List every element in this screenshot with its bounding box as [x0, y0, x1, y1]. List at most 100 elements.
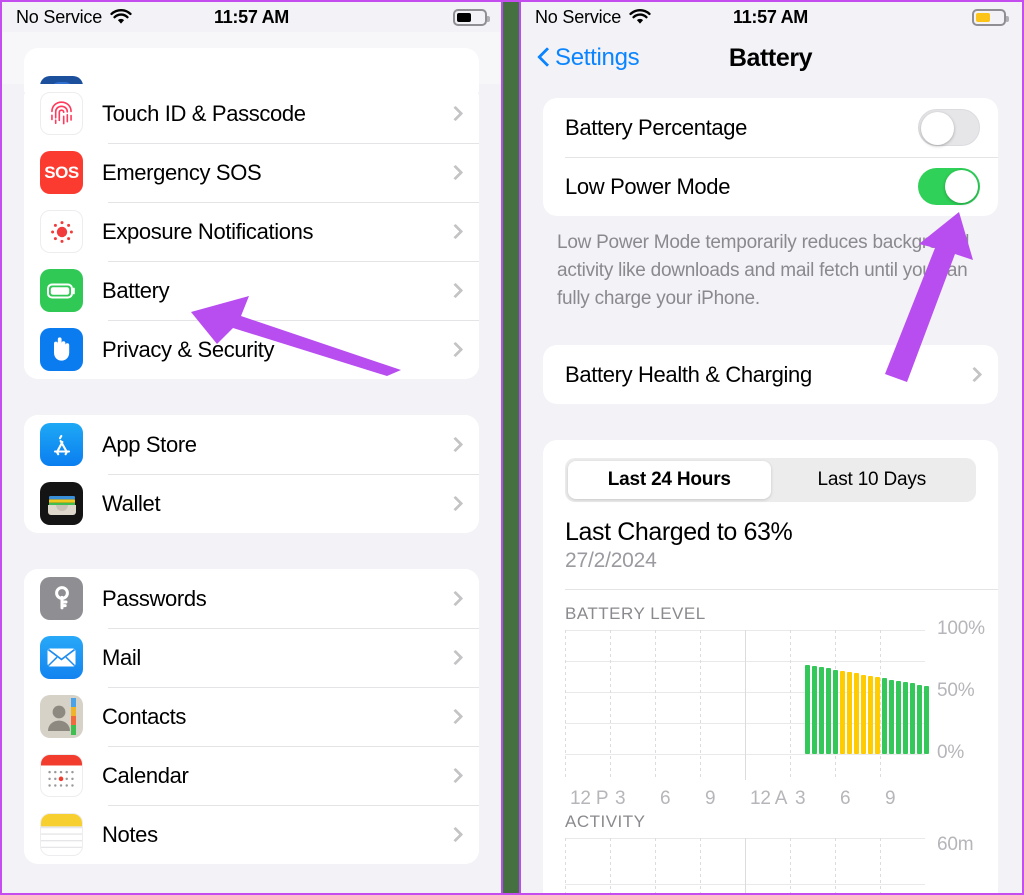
- chart-bar: [840, 670, 845, 754]
- wifi-icon: [110, 8, 132, 24]
- low-power-mode-toggle[interactable]: [918, 168, 980, 205]
- chart-x-tick-label: 9: [885, 788, 896, 809]
- notes-icon: [40, 813, 83, 856]
- right-phone-panel: No Service 11:57 AM Settings Battery Bat…: [521, 2, 1020, 893]
- battery-level-chart-title: BATTERY LEVEL: [565, 604, 706, 623]
- chart-bar: [875, 677, 880, 754]
- sidebar-item-label: Passwords: [102, 585, 207, 611]
- chart-gridline-v: [745, 838, 746, 893]
- status-left: No Service: [16, 7, 132, 28]
- settings-group-3: Passwords Mail Contacts Calendar Notes: [24, 569, 479, 864]
- low-power-mode-description: Low Power Mode temporarily reduces backg…: [557, 232, 970, 309]
- fingerprint-icon: [40, 92, 83, 135]
- carrier-label: No Service: [16, 6, 103, 27]
- chart-bar: [889, 679, 894, 754]
- chart-bar: [924, 685, 929, 754]
- chart-y-tick-label: 50%: [937, 680, 975, 701]
- chart-bar: [861, 674, 866, 754]
- battery-level-chart: 100% 50% 0% 12 P 3 6 9 12 A 3 6 9: [565, 618, 998, 820]
- status-right: [972, 8, 1009, 26]
- sidebar-item-label: Notes: [102, 821, 158, 847]
- battery-health-group: Battery Health & Charging: [543, 345, 998, 404]
- sidebar-item-mail[interactable]: Mail: [24, 628, 479, 687]
- chart-bars: [805, 664, 931, 754]
- chevron-left-icon: [537, 47, 550, 69]
- usage-range-segmented-control[interactable]: Last 24 Hours Last 10 Days: [565, 458, 976, 502]
- chevron-right-icon: [447, 649, 464, 666]
- chart-gridline-v: [700, 630, 701, 780]
- chart-gridline-v: [565, 630, 566, 780]
- last-charged-title: Last Charged to 63%: [565, 518, 793, 546]
- chart-bar: [882, 678, 887, 754]
- sidebar-item-passwords[interactable]: Passwords: [24, 569, 479, 628]
- chart-bar: [903, 682, 908, 754]
- left-phone-panel: No Service 11:57 AM Settings: [2, 2, 501, 893]
- segment-last-10-days[interactable]: Last 10 Days: [771, 461, 974, 499]
- chart-bar: [847, 672, 852, 754]
- chart-gridline-v: [655, 630, 656, 780]
- sidebar-item-touch-id[interactable]: Touch ID & Passcode: [24, 84, 479, 143]
- segment-last-24-hours[interactable]: Last 24 Hours: [568, 461, 771, 499]
- toggle-knob: [945, 170, 978, 203]
- battery-toggles-group: Battery Percentage Low Power Mode: [543, 98, 998, 216]
- row-battery-health-charging[interactable]: Battery Health & Charging: [543, 345, 998, 404]
- chart-gridline-v: [655, 838, 656, 893]
- chart-bar: [805, 664, 810, 754]
- settings-group-2: App Store Wallet: [24, 415, 479, 533]
- sidebar-item-label: App Store: [102, 431, 197, 457]
- chart-bar: [826, 668, 831, 754]
- row-battery-percentage[interactable]: Battery Percentage: [543, 98, 998, 157]
- chart-bar: [896, 680, 901, 754]
- chart-bar: [910, 683, 915, 754]
- row-low-power-mode[interactable]: Low Power Mode: [543, 157, 998, 216]
- chart-x-tick-label: 6: [840, 788, 851, 809]
- key-icon: [40, 577, 83, 620]
- chart-gridline-v: [610, 630, 611, 780]
- chevron-right-icon: [447, 590, 464, 607]
- carrier-label: No Service: [535, 6, 622, 27]
- battery-fill: [457, 12, 472, 22]
- chevron-right-icon: [447, 708, 464, 725]
- last-charged-date: 27/2/2024: [565, 549, 657, 572]
- battery-usage-card: Last 24 Hours Last 10 Days Last Charged …: [543, 440, 998, 893]
- sidebar-item-emergency-sos[interactable]: SOS Emergency SOS: [24, 143, 479, 202]
- sidebar-item-calendar[interactable]: Calendar: [24, 746, 479, 805]
- left-status-bar: No Service 11:57 AM: [2, 2, 501, 32]
- chart-x-tick-label: 3: [615, 788, 626, 809]
- chart-bar: [917, 684, 922, 754]
- sidebar-item-exposure-notifications[interactable]: Exposure Notifications: [24, 202, 479, 261]
- settings-scroll-view[interactable]: Touch ID & Passcode SOS Emergency SOS Ex…: [2, 48, 501, 864]
- calendar-icon: [40, 754, 83, 797]
- chevron-right-icon: [447, 826, 464, 843]
- chart-bar: [812, 665, 817, 754]
- battery-percentage-toggle[interactable]: [918, 109, 980, 146]
- sidebar-item-contacts[interactable]: Contacts: [24, 687, 479, 746]
- battery-icon: [453, 8, 490, 26]
- sidebar-item-app-store[interactable]: App Store: [24, 415, 479, 474]
- card-divider: [565, 589, 998, 590]
- chart-gridline-v: [835, 838, 836, 893]
- panel-divider: [501, 2, 521, 893]
- settings-group-1: Touch ID & Passcode SOS Emergency SOS Ex…: [24, 84, 479, 379]
- exposure-notifications-icon: [40, 210, 83, 253]
- sidebar-item-label: Mail: [102, 644, 141, 670]
- sidebar-item-label: Battery: [102, 277, 170, 303]
- chart-bar: [854, 673, 859, 754]
- sidebar-item-notes[interactable]: Notes: [24, 805, 479, 864]
- sidebar-item-label: Exposure Notifications: [102, 218, 314, 244]
- sidebar-item-battery[interactable]: Battery: [24, 261, 479, 320]
- status-left: No Service: [535, 7, 651, 28]
- chart-gridline-v: [880, 838, 881, 893]
- back-button[interactable]: Settings: [537, 44, 640, 72]
- chart-bar: [833, 669, 838, 754]
- battery-icon: [972, 8, 1009, 26]
- top-spacer: [521, 84, 1020, 98]
- right-status-bar: No Service 11:57 AM: [521, 2, 1020, 32]
- sidebar-item-wallet[interactable]: Wallet: [24, 474, 479, 533]
- chevron-right-icon: [447, 105, 464, 122]
- sidebar-item-label: Touch ID & Passcode: [102, 100, 306, 126]
- sidebar-item-privacy-security[interactable]: Privacy & Security: [24, 320, 479, 379]
- app-store-icon: [40, 423, 83, 466]
- sidebar-item-label: Emergency SOS: [102, 159, 262, 185]
